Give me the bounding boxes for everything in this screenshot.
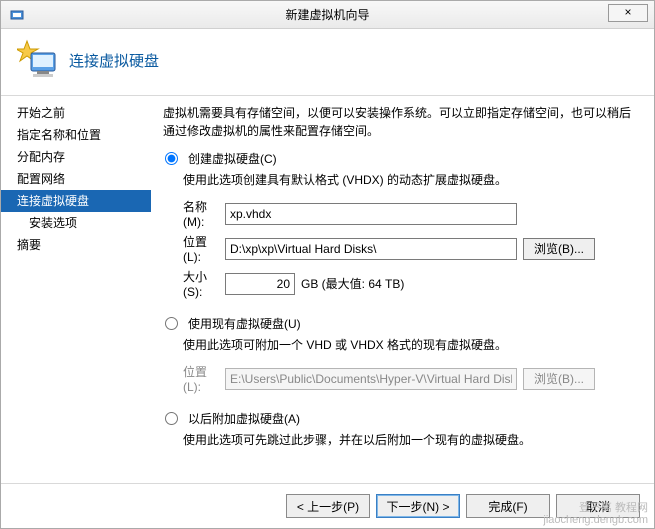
existing-location-label: 位置(L): [163,363,219,394]
wizard-icon [17,39,59,81]
option-later-label: 以后附加虚拟硬盘(A) [188,412,300,426]
window-title: 新建虚拟机向导 [1,6,654,23]
option-later-hint: 使用此选项可先跳过此步骤，并在以后附加一个现有的虚拟硬盘。 [183,431,636,448]
titlebar: 新建虚拟机向导 × [1,1,654,29]
option-create-hint: 使用此选项创建具有默认格式 (VHDX) 的动态扩展虚拟硬盘。 [183,171,636,188]
sidebar-item-name-location[interactable]: 指定名称和位置 [1,124,151,146]
footer: < 上一步(P) 下一步(N) > 完成(F) 取消 [1,483,654,528]
content-pane: 虚拟机需要具有存储空间，以便可以安装操作系统。可以立即指定存储空间，也可以稍后通… [151,96,654,483]
description-text: 虚拟机需要具有存储空间，以便可以安装操作系统。可以立即指定存储空间，也可以稍后通… [163,104,636,140]
sidebar-item-label: 配置网络 [17,172,65,186]
radio-later-vhd[interactable] [165,412,178,425]
existing-browse-button: 浏览(B)... [523,368,595,390]
close-button[interactable]: × [608,4,648,22]
sidebar-item-connect-vhd[interactable]: 连接虚拟硬盘 [1,190,151,212]
back-button[interactable]: < 上一步(P) [286,494,370,518]
radio-existing-vhd[interactable] [165,317,178,330]
option-existing-label: 使用现有虚拟硬盘(U) [188,317,301,331]
option-create-vhd[interactable]: 创建虚拟硬盘(C) [163,150,636,167]
page-title: 连接虚拟硬盘 [69,50,159,71]
option-create-label: 创建虚拟硬盘(C) [188,152,277,166]
sidebar-item-label: 安装选项 [29,216,77,230]
sidebar-item-label: 摘要 [17,238,41,252]
sidebar-item-label: 连接虚拟硬盘 [17,194,89,208]
sidebar-item-before-begin[interactable]: 开始之前 [1,102,151,124]
sidebar-item-summary[interactable]: 摘要 [1,234,151,256]
wizard-body: 开始之前 指定名称和位置 分配内存 配置网络 连接虚拟硬盘 安装选项 摘要 虚拟… [1,96,654,483]
name-label: 名称(M): [163,198,219,229]
radio-create-vhd[interactable] [165,152,178,165]
size-suffix: GB (最大值: 64 TB) [301,275,404,292]
next-button[interactable]: 下一步(N) > [376,494,460,518]
option-existing-hint: 使用此选项可附加一个 VHD 或 VHDX 格式的现有虚拟硬盘。 [183,336,636,353]
sidebar-item-label: 分配内存 [17,150,65,164]
sidebar: 开始之前 指定名称和位置 分配内存 配置网络 连接虚拟硬盘 安装选项 摘要 [1,96,151,483]
row-location: 位置(L): 浏览(B)... [163,233,636,264]
sidebar-item-label: 指定名称和位置 [17,128,101,142]
sidebar-item-memory[interactable]: 分配内存 [1,146,151,168]
sidebar-item-network[interactable]: 配置网络 [1,168,151,190]
wizard-window: 新建虚拟机向导 × 连接虚拟硬盘 开始之前 指定名称和位置 分配内存 配置网络 … [0,0,655,529]
option-existing-vhd[interactable]: 使用现有虚拟硬盘(U) [163,315,636,332]
sidebar-item-label: 开始之前 [17,106,65,120]
row-existing-location: 位置(L): 浏览(B)... [163,363,636,394]
size-input[interactable] [225,273,295,295]
location-label: 位置(L): [163,233,219,264]
row-size: 大小(S): GB (最大值: 64 TB) [163,268,636,299]
cancel-button[interactable]: 取消 [556,494,640,518]
existing-location-input [225,368,517,390]
browse-button[interactable]: 浏览(B)... [523,238,595,260]
row-name: 名称(M): [163,198,636,229]
page-header: 连接虚拟硬盘 [1,29,654,96]
size-label: 大小(S): [163,268,219,299]
location-input[interactable] [225,238,517,260]
option-later-vhd[interactable]: 以后附加虚拟硬盘(A) [163,410,636,427]
finish-button[interactable]: 完成(F) [466,494,550,518]
name-input[interactable] [225,203,517,225]
sidebar-item-install-options[interactable]: 安装选项 [1,212,151,234]
